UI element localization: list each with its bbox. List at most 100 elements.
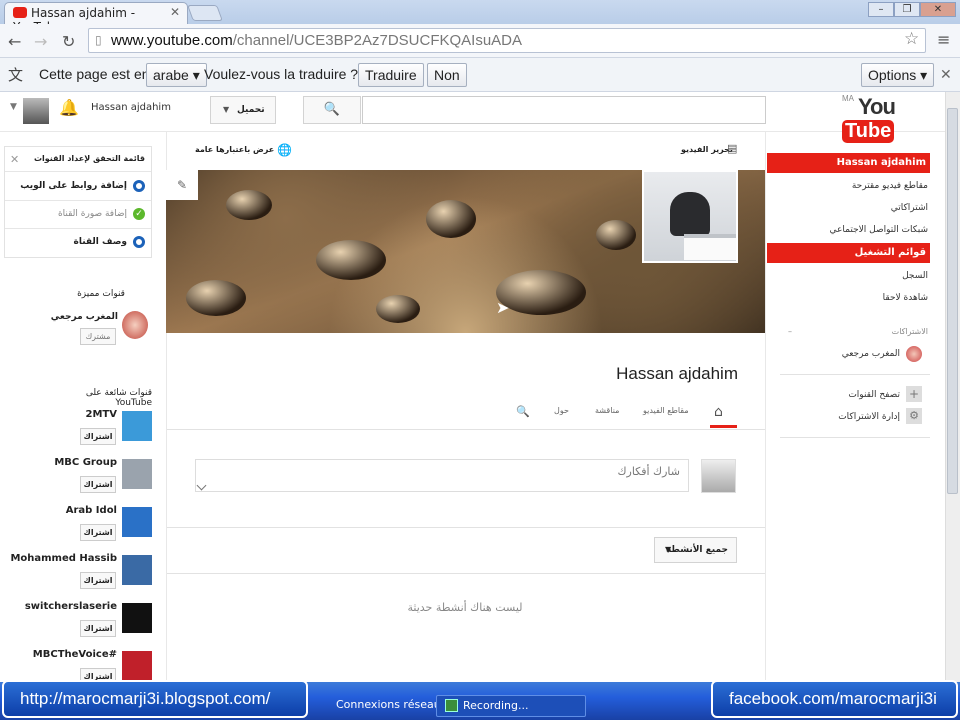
minimize-icon[interactable]: –	[868, 2, 894, 17]
browser-tab-bar: Hassan ajdahim - YouTube ✕ – ❐ ✕	[0, 0, 960, 34]
guide-browse-channels[interactable]: تصفح القنوات	[848, 390, 900, 400]
taskbar-item-recording[interactable]: Recording...	[436, 695, 586, 717]
guide-item-channel[interactable]: Hassan ajdahim	[767, 153, 930, 173]
popular-channel-thumb[interactable]	[122, 651, 152, 681]
video-editor-icon: ▤	[727, 142, 738, 155]
search-input[interactable]	[362, 96, 766, 124]
popular-channel-thumb[interactable]	[122, 555, 152, 585]
filter-label: جميع الأنشطة	[665, 545, 728, 555]
active-tab-indicator	[710, 425, 737, 428]
translate-button[interactable]: Traduire	[358, 63, 424, 87]
checkmark-icon: ✓	[133, 208, 145, 220]
subscribe-button[interactable]: اشتراك	[80, 524, 116, 541]
popular-channel-thumb[interactable]	[122, 459, 152, 489]
guide-item-playlists[interactable]: قوائم التشغيل	[767, 243, 930, 263]
popular-channel-name[interactable]: Arab Idol	[66, 505, 117, 516]
forward-icon[interactable]: →	[34, 32, 47, 51]
translate-options-button[interactable]: Options ▾	[861, 63, 935, 87]
no-translate-button[interactable]: Non	[427, 63, 467, 87]
checklist-item-description[interactable]: وصف القناة	[74, 237, 127, 247]
tab-about[interactable]: حول	[554, 406, 569, 415]
incomplete-icon	[133, 180, 145, 192]
featured-channel-name[interactable]: المغرب مرجعي	[51, 312, 118, 322]
popular-channel-name[interactable]: MBCTheVoice#	[33, 649, 117, 660]
address-bar[interactable]: ▯ www.youtube.com/channel/UCE3BP2Az7DSUC…	[88, 28, 926, 53]
page-icon: ▯	[95, 33, 102, 47]
home-icon[interactable]: ⌂	[714, 404, 723, 420]
activity-filter-button[interactable]: ▼ جميع الأنشطة	[654, 537, 737, 563]
scrollbar-thumb[interactable]	[947, 108, 958, 494]
guide-sub-channel[interactable]: المغرب مرجعي	[842, 349, 900, 359]
recording-icon	[445, 699, 458, 712]
share-avatar	[701, 459, 736, 493]
channel-search-icon[interactable]: 🔍	[516, 405, 530, 418]
language-select[interactable]: arabe ▾	[146, 63, 207, 87]
back-icon[interactable]: ←	[8, 32, 21, 51]
menu-icon[interactable]: ≡	[937, 30, 950, 49]
account-dropdown-icon[interactable]: ▼	[10, 102, 17, 112]
popular-channel-name[interactable]: Mohammed Hassib	[10, 553, 117, 564]
avatar[interactable]	[23, 98, 49, 124]
channel-profile-image[interactable]	[642, 170, 738, 263]
guide-divider	[780, 374, 930, 375]
guide-item-subscriptions[interactable]: اشتراكاتي	[891, 203, 928, 213]
no-activity-text: ليست هناك أنشطة حديثة	[407, 601, 523, 614]
upload-button[interactable]: ▼ تحميل	[210, 96, 276, 124]
youtube-header: ▼ 🔔 Hassan ajdahim ▼ تحميل 🔍 MA YouTube	[0, 92, 945, 143]
youtube-logo[interactable]: MA YouTube	[842, 94, 945, 143]
tab-videos[interactable]: مقاطع الفيديو	[643, 406, 689, 415]
restore-icon[interactable]: ❐	[894, 2, 920, 17]
guide-item-social[interactable]: شبكات التواصل الاجتماعي	[830, 225, 928, 235]
search-button[interactable]: 🔍	[303, 96, 361, 124]
edit-videos-link[interactable]: تحرير الفيديو	[681, 145, 733, 154]
popular-channel-thumb[interactable]	[122, 603, 152, 633]
url-domain: www.youtube.com	[111, 32, 233, 49]
guide-item-history[interactable]: السجل	[902, 271, 928, 281]
subscribe-button[interactable]: اشتراك	[80, 476, 116, 493]
close-translate-icon[interactable]: ✕	[940, 66, 952, 83]
edit-banner-pencil-icon[interactable]: ✎	[166, 170, 198, 200]
taskbar-item-network[interactable]: Connexions réseau	[310, 695, 441, 717]
guide-item-suggested[interactable]: مقاطع فيديو مقترحة	[852, 181, 928, 191]
subscribe-button[interactable]: اشتراك	[80, 620, 116, 637]
share-input[interactable]: شارك أفكارك	[195, 459, 689, 492]
bookmark-star-icon[interactable]: ☆	[904, 29, 919, 49]
popular-channel-thumb[interactable]	[122, 507, 152, 537]
youtube-favicon-icon	[13, 7, 27, 18]
upload-dropdown-icon: ▼	[223, 105, 230, 114]
window-close-icon[interactable]: ✕	[920, 2, 956, 17]
guide-item-watch-later[interactable]: شاهدة لاحقا	[883, 293, 928, 303]
subscribe-button[interactable]: اشتراك	[80, 428, 116, 445]
popular-channel-thumb[interactable]	[122, 411, 152, 441]
header-username[interactable]: Hassan ajdahim	[91, 102, 171, 113]
gear-icon: ⚙	[906, 408, 922, 424]
new-tab-button[interactable]	[187, 5, 223, 21]
notification-bell-icon[interactable]: 🔔	[59, 98, 79, 117]
checklist-item-photo[interactable]: إضافة صورة القناة	[58, 209, 127, 219]
globe-icon: 🌐	[277, 143, 292, 157]
facebook-url-overlay: facebook.com/marocmarji3i	[711, 680, 958, 718]
collapse-icon[interactable]: –	[788, 327, 792, 336]
language-value: arabe	[153, 67, 189, 83]
channel-thumb-icon	[906, 346, 922, 362]
tab-discussion[interactable]: مناقشة	[595, 406, 619, 415]
logo-you: You	[858, 94, 896, 119]
browser-tab[interactable]: Hassan ajdahim - YouTube ✕	[4, 2, 188, 34]
subscribed-button[interactable]: مشترك	[80, 328, 116, 345]
translate-icon: 文	[8, 67, 24, 84]
checklist-item-links[interactable]: إضافة روابط على الويب	[20, 181, 127, 191]
popular-channel-name[interactable]: MBC Group	[54, 457, 117, 468]
subscribe-button[interactable]: اشتراك	[80, 572, 116, 589]
view-as-public-link[interactable]: عرض باعتبارها عامة	[195, 145, 274, 154]
close-checklist-icon[interactable]: ✕	[10, 153, 19, 166]
close-tab-icon[interactable]: ✕	[170, 5, 180, 19]
popular-channel-name[interactable]: switcherslaserie	[25, 601, 117, 612]
featured-channel-thumb[interactable]	[122, 311, 148, 339]
reload-icon[interactable]: ↻	[62, 32, 75, 51]
guide-manage-subs[interactable]: إدارة الاشتراكات	[838, 412, 900, 422]
plus-icon: +	[906, 386, 922, 402]
tabs-divider	[167, 429, 765, 430]
popular-channel-name[interactable]: 2MTV	[86, 409, 117, 420]
url-path: /channel/UCE3BP2Az7DSUCFKQAIsuADA	[232, 32, 523, 49]
toolbar: ← → ↻ ▯ www.youtube.com/channel/UCE3BP2A…	[0, 24, 960, 58]
